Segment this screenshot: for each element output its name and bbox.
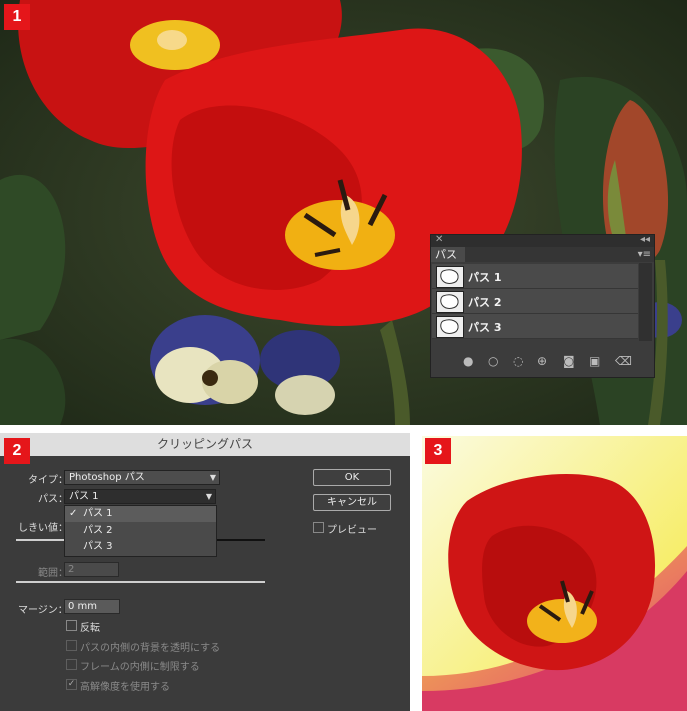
- range-field: 2: [64, 562, 119, 577]
- panel-menu-icon[interactable]: ▾≡: [638, 249, 651, 260]
- invert-label: 反転: [80, 623, 100, 634]
- path-thumbnail: [436, 266, 464, 288]
- dropdown-item-path-1[interactable]: ✓ パス 1: [65, 506, 216, 522]
- margin-label: マージン：: [18, 605, 68, 616]
- preview-label: プレビュー: [327, 525, 377, 536]
- threshold-slider-left[interactable]: [16, 539, 64, 541]
- load-selection-icon[interactable]: ◌: [513, 354, 523, 368]
- high-res-label: 高解像度を使用する: [80, 682, 170, 693]
- path-row[interactable]: パス 2: [432, 289, 638, 314]
- path-select-value: パス 1: [69, 491, 99, 502]
- chevron-down-icon: ▼: [209, 473, 216, 482]
- threshold-slider-right[interactable]: [215, 539, 265, 541]
- type-label: タイプ：: [28, 475, 68, 486]
- dropdown-item-label: パス 1: [83, 508, 113, 519]
- path-label: パス 2: [468, 296, 502, 309]
- dropdown-item-path-3[interactable]: パス 3: [65, 539, 216, 555]
- transparent-bg-label: パスの内側の背景を透明にする: [80, 643, 221, 654]
- dropdown-item-label: パス 3: [83, 541, 113, 552]
- checkmark-icon: ✓: [69, 508, 78, 519]
- path-label: パス 1: [468, 271, 502, 284]
- path-thumbnail: [436, 291, 464, 313]
- step-badge-1: 1: [4, 4, 30, 30]
- trash-icon[interactable]: ⌫: [615, 354, 632, 368]
- stroke-path-icon[interactable]: ○: [488, 354, 498, 368]
- paths-footer: ● ○ ◌ ⊕ ◙ ▣ ⌫: [431, 347, 654, 377]
- tulip-photo-panel: 1 ✕ ◂◂ パス ▾≡ パス 1 パス 2 パス 3 ● ○ ◌ ⊕ ◙ ▣ …: [0, 0, 687, 425]
- transparent-bg-checkbox: [66, 640, 77, 651]
- paths-panel-titlebar: ✕ ◂◂: [431, 234, 654, 247]
- cancel-button[interactable]: キャンセル: [313, 494, 391, 511]
- paths-panel: ✕ ◂◂ パス ▾≡ パス 1 パス 2 パス 3 ● ○ ◌ ⊕ ◙ ▣ ⌫: [430, 234, 655, 378]
- high-res-checkbox: ✓: [66, 679, 77, 690]
- paths-scrollbar[interactable]: [639, 263, 652, 341]
- dropdown-item-label: パス 2: [83, 525, 113, 536]
- dialog-title: クリッピングパス: [0, 433, 410, 456]
- result-panel: [422, 436, 687, 711]
- restrict-frame-checkbox: [66, 659, 77, 670]
- restrict-frame-label: フレームの内側に制限する: [80, 662, 200, 673]
- step-badge-2: 2: [4, 438, 30, 464]
- path-label: パス 3: [468, 321, 502, 334]
- margin-field[interactable]: 0 mm: [64, 599, 120, 614]
- path-select[interactable]: パス 1 ▼: [64, 489, 216, 504]
- preview-checkbox[interactable]: [313, 522, 324, 533]
- clipped-tulip-illustration: [422, 436, 687, 711]
- step-badge-3: 3: [425, 438, 451, 464]
- close-icon[interactable]: ✕: [435, 234, 443, 245]
- tab-paths[interactable]: パス: [431, 247, 465, 262]
- path-thumbnail: [436, 316, 464, 338]
- type-select-value: Photoshop パス: [69, 472, 145, 483]
- ok-button[interactable]: OK: [313, 469, 391, 486]
- invert-checkbox[interactable]: [66, 620, 77, 631]
- path-dropdown-menu: ✓ パス 1 パス 2 パス 3: [64, 505, 217, 557]
- dropdown-item-path-2[interactable]: パス 2: [65, 523, 216, 539]
- make-work-path-icon[interactable]: ⊕: [537, 354, 547, 368]
- fill-path-icon[interactable]: ●: [463, 354, 473, 368]
- range-slider: [16, 581, 265, 583]
- path-row[interactable]: パス 1: [432, 264, 638, 289]
- add-mask-icon[interactable]: ◙: [563, 354, 575, 368]
- type-select[interactable]: Photoshop パス ▼: [64, 470, 220, 485]
- threshold-label: しきい値：: [18, 523, 68, 534]
- path-row[interactable]: パス 3: [432, 314, 638, 339]
- collapse-icon[interactable]: ◂◂: [640, 234, 650, 245]
- chevron-down-icon: ▼: [205, 492, 212, 501]
- clipping-path-dialog: クリッピングパス タイプ： Photoshop パス ▼ パス： パス 1 ▼ …: [0, 433, 410, 711]
- new-path-icon[interactable]: ▣: [589, 354, 600, 368]
